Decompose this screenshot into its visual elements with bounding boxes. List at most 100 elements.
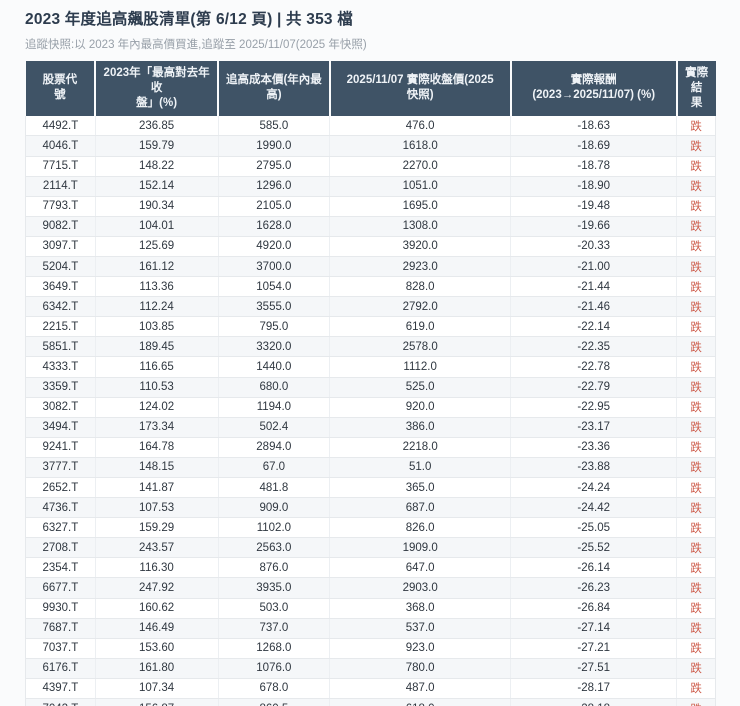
table-row: 7715.T148.222795.02270.0-18.78跌 <box>26 156 716 176</box>
table-row: 6176.T161.801076.0780.0-27.51跌 <box>26 658 716 678</box>
cell-chase-cost-price: 876.0 <box>218 558 330 578</box>
cell-actual-return-pct: -21.44 <box>511 277 677 297</box>
cell-peak-vs-prev-close-pct: 161.12 <box>95 256 218 276</box>
table-row: 7793.T190.342105.01695.0-19.48跌 <box>26 196 716 216</box>
cell-actual-close-price: 2923.0 <box>330 256 511 276</box>
cell-chase-cost-price: 737.0 <box>218 618 330 638</box>
table-row: 9082.T104.011628.01308.0-19.66跌 <box>26 216 716 236</box>
cell-actual-result: 跌 <box>677 478 716 498</box>
cell-actual-result: 跌 <box>677 377 716 397</box>
cell-actual-close-price: 2270.0 <box>330 156 511 176</box>
cell-actual-close-price: 487.0 <box>330 678 511 698</box>
cell-actual-return-pct: -26.14 <box>511 558 677 578</box>
cell-actual-return-pct: -24.24 <box>511 478 677 498</box>
cell-actual-close-price: 618.0 <box>330 699 511 706</box>
cell-actual-return-pct: -26.84 <box>511 598 677 618</box>
cell-chase-cost-price: 860.5 <box>218 699 330 706</box>
cell-actual-result: 跌 <box>677 176 716 196</box>
cell-actual-return-pct: -23.36 <box>511 437 677 457</box>
cell-actual-close-price: 826.0 <box>330 518 511 538</box>
cell-actual-return-pct: -27.14 <box>511 618 677 638</box>
cell-ticker: 7715.T <box>26 156 96 176</box>
cell-peak-vs-prev-close-pct: 159.79 <box>95 136 218 156</box>
cell-actual-result: 跌 <box>677 598 716 618</box>
cell-chase-cost-price: 2563.0 <box>218 538 330 558</box>
cell-actual-close-price: 920.0 <box>330 397 511 417</box>
table-row: 9930.T160.62503.0368.0-26.84跌 <box>26 598 716 618</box>
cell-chase-cost-price: 502.4 <box>218 417 330 437</box>
cell-chase-cost-price: 1296.0 <box>218 176 330 196</box>
cell-actual-close-price: 537.0 <box>330 618 511 638</box>
table-row: 2114.T152.141296.01051.0-18.90跌 <box>26 176 716 196</box>
cell-actual-close-price: 365.0 <box>330 478 511 498</box>
cell-actual-close-price: 51.0 <box>330 457 511 477</box>
cell-ticker: 3494.T <box>26 417 96 437</box>
cell-actual-close-price: 923.0 <box>330 638 511 658</box>
cell-ticker: 2652.T <box>26 478 96 498</box>
page-title: 2023 年度追高飆股清單(第 6/12 頁) | 共 353 檔 <box>25 7 715 29</box>
cell-ticker: 4736.T <box>26 498 96 518</box>
cell-actual-return-pct: -22.35 <box>511 337 677 357</box>
table-row: 4397.T107.34678.0487.0-28.17跌 <box>26 678 716 698</box>
table-row: 9241.T164.782894.02218.0-23.36跌 <box>26 437 716 457</box>
cell-peak-vs-prev-close-pct: 116.65 <box>95 357 218 377</box>
cell-actual-result: 跌 <box>677 156 716 176</box>
cell-peak-vs-prev-close-pct: 104.01 <box>95 216 218 236</box>
cell-peak-vs-prev-close-pct: 173.34 <box>95 417 218 437</box>
table-row: 7042.T156.87860.5618.0-28.18跌 <box>26 699 716 706</box>
cell-peak-vs-prev-close-pct: 112.24 <box>95 297 218 317</box>
cell-actual-return-pct: -22.14 <box>511 317 677 337</box>
cell-actual-return-pct: -21.00 <box>511 256 677 276</box>
cell-ticker: 5204.T <box>26 256 96 276</box>
page-header: 2023 年度追高飆股清單(第 6/12 頁) | 共 353 檔 追蹤快照:以… <box>0 0 740 52</box>
cell-actual-result: 跌 <box>677 297 716 317</box>
cell-actual-return-pct: -18.78 <box>511 156 677 176</box>
cell-actual-result: 跌 <box>677 457 716 477</box>
page-subtitle: 追蹤快照:以 2023 年內最高價買進,追蹤至 2025/11/07(2025 … <box>25 36 715 52</box>
cell-actual-result: 跌 <box>677 538 716 558</box>
table-header-row: 股票代 號 2023年「最高對去年收 盤」(%) 追高成本價(年內最 高) 20… <box>26 61 716 116</box>
cell-actual-close-price: 368.0 <box>330 598 511 618</box>
table-body: 4492.T236.85585.0476.0-18.63跌4046.T159.7… <box>26 116 716 706</box>
column-header-actual-return-pct: 實際報酬 (2023→2025/11/07) (%) <box>511 61 677 116</box>
cell-peak-vs-prev-close-pct: 190.34 <box>95 196 218 216</box>
cell-peak-vs-prev-close-pct: 153.60 <box>95 638 218 658</box>
cell-ticker: 4046.T <box>26 136 96 156</box>
cell-actual-return-pct: -19.66 <box>511 216 677 236</box>
cell-actual-result: 跌 <box>677 337 716 357</box>
table-row: 5851.T189.453320.02578.0-22.35跌 <box>26 337 716 357</box>
cell-actual-result: 跌 <box>677 558 716 578</box>
cell-actual-close-price: 687.0 <box>330 498 511 518</box>
cell-peak-vs-prev-close-pct: 161.80 <box>95 658 218 678</box>
table-row: 7687.T146.49737.0537.0-27.14跌 <box>26 618 716 638</box>
cell-actual-result: 跌 <box>677 357 716 377</box>
cell-peak-vs-prev-close-pct: 247.92 <box>95 578 218 598</box>
cell-actual-result: 跌 <box>677 437 716 457</box>
column-header-chase-cost-price: 追高成本價(年內最 高) <box>218 61 330 116</box>
cell-chase-cost-price: 3935.0 <box>218 578 330 598</box>
cell-chase-cost-price: 503.0 <box>218 598 330 618</box>
cell-ticker: 9930.T <box>26 598 96 618</box>
cell-ticker: 3082.T <box>26 397 96 417</box>
table-row: 3082.T124.021194.0920.0-22.95跌 <box>26 397 716 417</box>
cell-actual-result: 跌 <box>677 699 716 706</box>
cell-chase-cost-price: 680.0 <box>218 377 330 397</box>
cell-chase-cost-price: 1102.0 <box>218 518 330 538</box>
cell-actual-return-pct: -25.52 <box>511 538 677 558</box>
cell-chase-cost-price: 481.8 <box>218 478 330 498</box>
cell-ticker: 4397.T <box>26 678 96 698</box>
cell-chase-cost-price: 1194.0 <box>218 397 330 417</box>
cell-peak-vs-prev-close-pct: 159.29 <box>95 518 218 538</box>
cell-actual-return-pct: -25.05 <box>511 518 677 538</box>
cell-actual-close-price: 2903.0 <box>330 578 511 598</box>
cell-ticker: 9082.T <box>26 216 96 236</box>
cell-actual-result: 跌 <box>677 216 716 236</box>
cell-ticker: 9241.T <box>26 437 96 457</box>
cell-peak-vs-prev-close-pct: 110.53 <box>95 377 218 397</box>
cell-actual-return-pct: -22.95 <box>511 397 677 417</box>
cell-chase-cost-price: 1440.0 <box>218 357 330 377</box>
cell-ticker: 4492.T <box>26 116 96 136</box>
cell-actual-close-price: 386.0 <box>330 417 511 437</box>
cell-ticker: 6327.T <box>26 518 96 538</box>
cell-chase-cost-price: 585.0 <box>218 116 330 136</box>
